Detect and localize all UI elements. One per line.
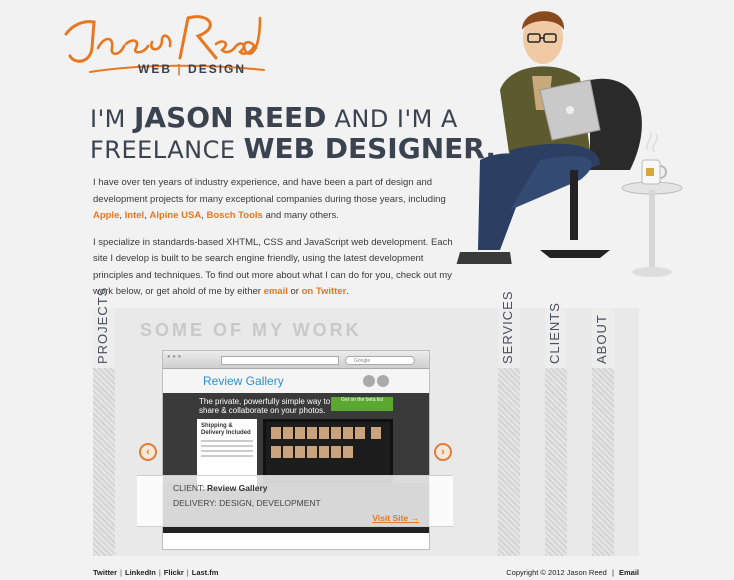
tab-about-label-box: ABOUT <box>592 308 614 368</box>
footer-link-linkedin[interactable]: LinkedIn <box>125 568 156 577</box>
screenshot-monitor <box>263 419 393 483</box>
tab-projects-label-box: PROJECTS <box>93 287 115 368</box>
link-apple[interactable]: Apple <box>93 210 119 221</box>
bio-paragraph-1: I have over ten years of industry experi… <box>93 177 446 221</box>
caption-client-label: CLIENT: <box>173 483 205 493</box>
logo-divider: | <box>177 62 183 76</box>
headline-name: JASON REED <box>134 101 327 134</box>
link-bosch-tools[interactable]: Bosch Tools <box>207 210 263 221</box>
screenshot-card-title: Shipping & Delivery Included <box>201 423 251 436</box>
hero-headline: I'M JASON REED AND I'M A FREELANCE WEB D… <box>90 101 496 165</box>
headline-l1-pre: I'M <box>90 105 135 133</box>
visit-site-link[interactable]: Visit Site → <box>372 513 419 523</box>
screenshot-hero: The private, powerfully simple way to sh… <box>163 393 429 489</box>
screenshot-tagline-a: The private, powerfully simple way to <box>199 397 331 406</box>
link-intel[interactable]: Intel <box>125 210 145 221</box>
tab-about[interactable]: ABOUT <box>592 308 614 556</box>
page-footer: Twitter | LinkedIn | Flickr | Last.fm Copyrigh… <box>93 568 639 577</box>
tab-clients-label: CLIENTS <box>547 302 562 364</box>
footer-link-lastfm[interactable]: Last.fm <box>192 568 219 577</box>
headline-l1-post: AND I'M A <box>326 105 458 133</box>
facebook-icon <box>377 375 389 387</box>
screenshot-browser-chrome: ● ● ● Google <box>163 351 429 369</box>
bio-p1-end: and many others. <box>262 210 339 221</box>
headline-l2-pre: FREELANCE <box>90 136 244 164</box>
caption-client-row: CLIENT: Review Gallery <box>173 483 268 493</box>
tab-services-label-box: SERVICES <box>498 290 520 368</box>
footer-link-flickr[interactable]: Flickr <box>164 568 184 577</box>
bio-paragraph-2: I specialize in standards-based XHTML, C… <box>93 235 453 301</box>
link-twitter-inline[interactable]: on Twitter <box>302 286 347 297</box>
screenshot-tagline-b: share & collaborate on your photos. <box>199 406 326 415</box>
logo-subtitle-web: WEB <box>138 62 172 76</box>
twitter-icon <box>363 375 375 387</box>
screenshot-tagline: The private, powerfully simple way to sh… <box>199 397 330 415</box>
tab-projects[interactable]: PROJECTS <box>93 287 115 556</box>
screenshot-url-bar <box>221 356 339 365</box>
bio-p2-end: . <box>346 286 349 297</box>
project-caption: CLIENT: Review Gallery DELIVERY: DESIGN,… <box>137 475 453 527</box>
link-alpine-usa[interactable]: Alpine USA <box>149 210 201 221</box>
footer-links: Twitter | LinkedIn | Flickr | Last.fm <box>93 568 219 577</box>
tab-clients[interactable]: CLIENTS <box>545 302 567 556</box>
designer-illustration <box>440 0 710 290</box>
footer-email-link[interactable]: Email <box>619 568 639 577</box>
tab-services-label: SERVICES <box>500 290 515 364</box>
left-arrow-icon[interactable]: ‹ <box>139 443 157 461</box>
caption-delivery-row: DELIVERY: DESIGN, DEVELOPMENT <box>173 498 321 508</box>
headline-line-1: I'M JASON REED AND I'M A <box>90 101 496 134</box>
caption-delivery-label: DELIVERY: <box>173 498 217 508</box>
bio-p1-text: I have over ten years of industry experi… <box>93 177 446 205</box>
tab-clients-label-box: CLIENTS <box>545 302 567 368</box>
logo-subtitle-design: DESIGN <box>188 62 247 76</box>
screenshot-site-header: Review Gallery <box>163 369 429 393</box>
footer-link-twitter[interactable]: Twitter <box>93 568 117 577</box>
headline-line-2: FREELANCE WEB DESIGNER. <box>90 133 496 165</box>
caption-client-name: Review Gallery <box>207 483 268 493</box>
portfolio-title: SOME OF MY WORK <box>140 320 362 340</box>
screenshot-social-icons <box>361 374 389 392</box>
bio-text: I have over ten years of industry experi… <box>93 175 453 311</box>
caption-delivery-value: DESIGN, DEVELOPMENT <box>219 498 321 508</box>
tab-services[interactable]: SERVICES <box>498 290 520 556</box>
window-buttons-icon: ● ● ● <box>167 354 182 360</box>
screenshot-brand: Review Gallery <box>203 374 284 388</box>
logo-subtitle: WEB | DESIGN <box>138 62 246 76</box>
footer-copyright: Copyright © 2012 Jason Reed <box>506 568 607 577</box>
footer-right: Copyright © 2012 Jason Reed | Email <box>506 568 639 577</box>
right-arrow-icon[interactable]: › <box>434 443 452 461</box>
bio-p2-or: or <box>287 286 302 297</box>
screenshot-search-box: Google <box>345 356 415 365</box>
screenshot-cta-button: Get on the beta list <box>331 397 393 411</box>
tab-about-label: ABOUT <box>594 314 609 364</box>
designer-illustration-svg <box>456 11 683 277</box>
link-email[interactable]: email <box>264 286 288 297</box>
tab-projects-label: PROJECTS <box>95 286 110 364</box>
